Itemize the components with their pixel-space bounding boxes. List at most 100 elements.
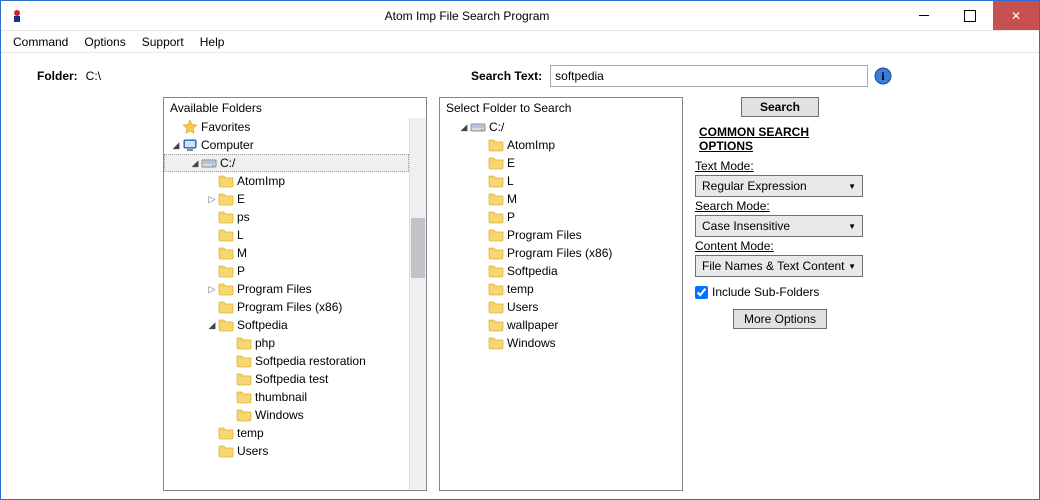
tree-item[interactable]: M — [440, 190, 682, 208]
tree-item[interactable]: Program Files (x86) — [440, 244, 682, 262]
tree-item[interactable]: E — [440, 154, 682, 172]
tree-item[interactable]: M — [164, 244, 409, 262]
tree-item[interactable]: Program Files — [164, 280, 409, 298]
content-area: Folder: C:\ Search Text: i Available Fol… — [1, 53, 1039, 499]
tree-item[interactable]: Windows — [164, 406, 409, 424]
select-folder-tree[interactable]: C:/AtomImpELMP Program Files Program Files… — [440, 118, 682, 490]
folder-icon — [488, 209, 504, 225]
expand-icon[interactable] — [206, 194, 218, 205]
tree-item-label: E — [237, 192, 245, 206]
folder-icon — [488, 335, 504, 351]
tree-item[interactable]: P — [164, 262, 409, 280]
folder-icon — [218, 209, 234, 225]
collapse-icon[interactable] — [458, 122, 470, 133]
tree-item-label: Windows — [507, 336, 556, 350]
chevron-down-icon: ▼ — [848, 222, 856, 231]
tree-item[interactable]: temp — [440, 280, 682, 298]
folder-icon — [488, 281, 504, 297]
tree-item[interactable]: L — [164, 226, 409, 244]
include-subfolders-check[interactable]: Include Sub-Folders — [695, 285, 865, 299]
tree-item[interactable]: Computer — [164, 136, 409, 154]
tree-item[interactable]: Program Files — [440, 226, 682, 244]
text-mode-select[interactable]: Regular Expression ▼ — [695, 175, 863, 197]
scrollbar-thumb[interactable] — [411, 218, 425, 278]
more-options-button[interactable]: More Options — [733, 309, 827, 329]
main-row: Available Folders FavoritesComputerC:/At… — [37, 97, 1003, 491]
tree-item-label: M — [507, 192, 517, 206]
chevron-down-icon: ▼ — [848, 262, 856, 271]
tree-item-label: temp — [507, 282, 534, 296]
minimize-button[interactable] — [901, 1, 947, 30]
collapse-icon[interactable] — [206, 320, 218, 331]
tree-item-label: M — [237, 246, 247, 260]
folder-icon — [488, 299, 504, 315]
select-folder-panel: Select Folder to Search C:/AtomImpELMPPr… — [439, 97, 683, 491]
tree-item[interactable]: Softpedia — [440, 262, 682, 280]
tree-item-label: Windows — [255, 408, 304, 422]
content-mode-select[interactable]: File Names & Text Content ▼ — [695, 255, 863, 277]
search-mode-label: Search Mode: — [695, 199, 865, 213]
tree-item[interactable]: Softpedia test — [164, 370, 409, 388]
search-text-label: Search Text: — [471, 69, 542, 83]
tree-item[interactable]: AtomImp — [164, 172, 409, 190]
tree-item-label: P — [237, 264, 245, 278]
tree-item[interactable]: Users — [440, 298, 682, 316]
tree-item-label: C:/ — [220, 156, 235, 170]
tree-item[interactable]: Softpedia — [164, 316, 409, 334]
content-mode-value: File Names & Text Content — [702, 259, 845, 273]
tree-item[interactable]: E — [164, 190, 409, 208]
search-button[interactable]: Search — [741, 97, 819, 117]
info-icon[interactable]: i — [874, 67, 892, 85]
search-mode-select[interactable]: Case Insensitive ▼ — [695, 215, 863, 237]
folder-icon — [218, 191, 234, 207]
tree-item[interactable]: AtomImp — [440, 136, 682, 154]
scrollbar[interactable] — [409, 118, 426, 490]
available-folders-tree[interactable]: FavoritesComputer C:/ AtomImp E ps LMP Progra… — [164, 118, 426, 490]
menu-options[interactable]: Options — [76, 33, 133, 51]
app-window: Atom Imp File Search Program Command Opt… — [0, 0, 1040, 500]
tree-item-label: ps — [237, 210, 250, 224]
tree-item-label: Users — [507, 300, 538, 314]
tree-item-label: P — [507, 210, 515, 224]
tree-item-label: Program Files — [237, 282, 312, 296]
include-subfolders-label: Include Sub-Folders — [712, 285, 819, 299]
star-icon — [182, 119, 198, 135]
text-mode-value: Regular Expression — [702, 179, 807, 193]
tree-item[interactable]: L — [440, 172, 682, 190]
menu-support[interactable]: Support — [134, 33, 192, 51]
collapse-icon[interactable] — [170, 140, 182, 151]
folder-icon — [218, 443, 234, 459]
window-title: Atom Imp File Search Program — [33, 9, 901, 23]
app-icon — [9, 8, 25, 24]
tree-item[interactable]: Softpedia restoration — [164, 352, 409, 370]
close-button[interactable] — [993, 1, 1039, 30]
folder-icon — [488, 137, 504, 153]
menu-command[interactable]: Command — [5, 33, 76, 51]
tree-item-label: Users — [237, 444, 268, 458]
tree-item[interactable]: temp — [164, 424, 409, 442]
tree-item[interactable]: Program Files (x86) — [164, 298, 409, 316]
folder-icon — [218, 263, 234, 279]
folder-icon — [218, 173, 234, 189]
folder-icon — [488, 173, 504, 189]
tree-item[interactable]: C:/ — [164, 154, 409, 172]
collapse-icon[interactable] — [189, 158, 201, 169]
tree-item[interactable]: wallpaper — [440, 316, 682, 334]
tree-item[interactable]: Windows — [440, 334, 682, 352]
tree-item[interactable]: ps — [164, 208, 409, 226]
tree-item-label: wallpaper — [507, 318, 558, 332]
search-input[interactable] — [550, 65, 868, 87]
tree-item-label: temp — [237, 426, 264, 440]
tree-item[interactable]: P — [440, 208, 682, 226]
tree-item-label: Program Files (x86) — [507, 246, 612, 260]
tree-item[interactable]: C:/ — [440, 118, 682, 136]
maximize-button[interactable] — [947, 1, 993, 30]
folder-icon — [488, 155, 504, 171]
menu-help[interactable]: Help — [192, 33, 233, 51]
tree-item[interactable]: php — [164, 334, 409, 352]
tree-item[interactable]: thumbnail — [164, 388, 409, 406]
include-subfolders-checkbox[interactable] — [695, 286, 708, 299]
tree-item[interactable]: Users — [164, 442, 409, 460]
expand-icon[interactable] — [206, 284, 218, 295]
tree-item[interactable]: Favorites — [164, 118, 409, 136]
